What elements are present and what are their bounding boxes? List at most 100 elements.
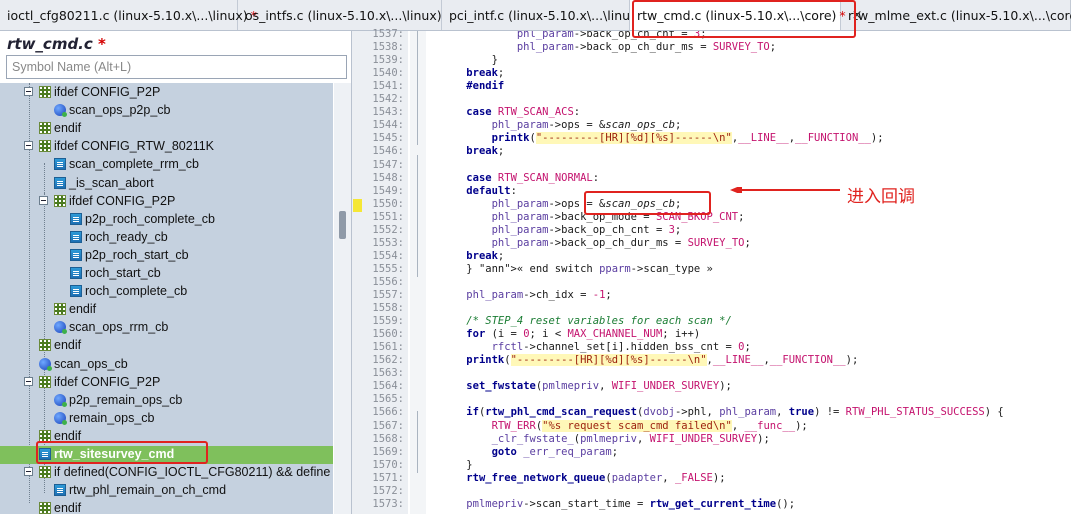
code-line: phl_param->back_op_ch_cnt = 3; [491,223,682,236]
code-line: case RTW_SCAN_NORMAL: [466,171,600,184]
tree-item[interactable]: endif [0,500,333,514]
line-number: 1566: [372,406,404,419]
tree-item[interactable]: ifdef CONFIG_P2P [0,374,333,392]
editor-tab[interactable]: rtw_mlme_ext.c (linux-5.10.x\...\core) [841,0,1071,30]
symbol-panel-file-title: rtw_cmd.c * [7,35,106,53]
tree-item-label: ifdef CONFIG_P2P [54,374,161,389]
code-line: RTW_ERR("%s request scam_cmd failed\n", … [491,419,808,432]
collapse-toggle-icon[interactable] [24,467,33,477]
tab-label: os_intfs.c (linux-5.10.x\...\linux) [245,7,442,23]
line-number: 1563: [372,367,404,380]
editor-tab[interactable]: ioctl_cfg80211.c (linux-5.10.x\...\linux… [0,0,257,30]
tree-item-label: rtw_sitesurvey_cmd [54,447,175,461]
tree-item-label: roch_ready_cb [85,229,168,244]
collapse-toggle-icon[interactable] [39,195,48,205]
tree-item[interactable]: scan_ops_cb [0,356,333,374]
symbol-tree-scrollbar[interactable] [334,83,351,514]
code-line: _clr_fwstate_(pmlmepriv, WIFI_UNDER_SURV… [491,432,770,445]
function-icon [54,176,66,189]
hash-icon [39,375,51,388]
line-number: 1547: [372,158,404,171]
code-line: phl_param->ch_idx = -1; [466,289,612,301]
line-number: 1567: [372,419,404,432]
tab-label: rtw_cmd.c (linux-5.10.x\...\core) [637,7,837,23]
tree-item[interactable]: p2p_roch_start_cb [0,247,333,265]
function-icon [70,267,82,279]
collapse-toggle-icon[interactable] [24,376,33,386]
symbol-tree: ifdef CONFIG_P2P scan_ops_p2p_cb endif ifde… [0,83,333,514]
code-editor[interactable]: phl_param->back_op_ch_cnt = 3; phl_param… [428,31,1071,514]
tree-item-label: scan_ops_rrm_cb [69,320,169,335]
line-number: 1540: [372,67,404,80]
code-line: printk("---------[HR][%d][%s]------\n",_… [491,132,884,145]
tree-item-label: if defined(CONFIG_IOCTL_CFG80211) && def… [54,465,331,480]
tree-item[interactable]: rtw_sitesurvey_cmd [0,446,333,464]
line-number: 1553: [372,236,404,249]
line-number: 1556: [372,275,404,288]
collapse-toggle-icon[interactable] [24,141,33,151]
tree-item[interactable]: ifdef CONFIG_RTW_80211K [0,138,333,156]
tree-item-label: endif [54,121,82,136]
tree-item-label: ifdef CONFIG_RTW_80211K [54,139,215,154]
line-number: 1543: [372,106,404,119]
tree-item[interactable]: endif [0,428,333,446]
tab-label: ioctl_cfg80211.c (linux-5.10.x\...\linux… [7,7,248,23]
tree-item[interactable]: roch_ready_cb [0,229,333,247]
tree-item[interactable]: endif [0,337,333,355]
tree-item[interactable]: rtw_phl_remain_on_ch_cmd [0,482,333,500]
tree-item[interactable]: ifdef CONFIG_P2P [0,193,333,211]
tree-item[interactable]: endif [0,301,333,319]
tree-item[interactable]: scan_complete_rrm_cb [0,156,333,174]
code-line: rfctl->channel_set[i].hidden_bss_cnt = 0… [491,341,751,354]
tree-item[interactable]: if defined(CONFIG_IOCTL_CFG80211) && def… [0,464,333,482]
code-line: set_fwstate(pmlmepriv, WIFI_UNDER_SURVEY… [466,380,732,393]
tree-item-label: ifdef CONFIG_P2P [69,193,176,208]
function-icon [70,230,82,243]
editor-tab[interactable]: pci_intf.c (linux-5.10.x\...\linux) [442,0,642,30]
scrollbar-thumb[interactable] [339,211,346,239]
line-number: 1542: [372,93,404,106]
tree-item-label: p2p_roch_start_cb [85,247,189,262]
tree-item[interactable]: ifdef CONFIG_P2P [0,84,333,102]
line-number: 1572: [372,484,404,497]
tree-item[interactable]: roch_complete_cb [0,283,333,301]
line-number: 1545: [372,132,404,145]
tree-item[interactable]: endif [0,120,333,138]
code-line: } [441,458,473,471]
tree-item[interactable]: remain_ops_cb [0,410,333,428]
line-number: 1552: [372,223,404,236]
tree-item[interactable]: scan_ops_p2p_cb [0,102,333,120]
function-icon [70,285,82,298]
code-line: } "ann">« end switch pparm->scan_type » [441,262,713,275]
tab-label: pci_intf.c (linux-5.10.x\...\linux) [449,7,643,23]
line-number: 1564: [372,380,404,393]
tree-item-label: roch_complete_cb [85,284,188,299]
line-number: 1551: [372,210,404,223]
code-line: default: [466,184,517,197]
tree-item[interactable]: p2p_roch_complete_cb [0,211,333,229]
code-line: pmlmepriv->scan_start_time = rtw_get_cur… [466,497,796,510]
function-icon [70,212,82,225]
line-number: 1570: [372,458,404,471]
code-line: if(rtw_phl_cmd_scan_request(dvobj->phl, … [466,406,1004,419]
code-line: printk("---------[HR][%d][%s]------\n",_… [466,354,859,367]
tree-item[interactable]: p2p_remain_ops_cb [0,392,333,410]
tree-item[interactable]: scan_ops_rrm_cb [0,319,333,337]
editor-tab[interactable]: os_intfs.c (linux-5.10.x\...\linux) [238,0,442,30]
line-number: 1550: [372,197,404,210]
line-number: 1571: [372,471,404,484]
line-number: 1548: [372,171,404,184]
tree-item-label: endif [54,501,82,514]
symbol-search-input[interactable] [6,55,347,79]
hash-icon [54,194,66,207]
editor-tab[interactable]: rtw_cmd.c (linux-5.10.x\...\core) * × [630,0,863,30]
code-line: goto _err_req_param; [491,445,619,458]
line-number: 1560: [372,328,404,341]
tree-item[interactable]: _is_scan_abort [0,175,333,193]
line-number: 1541: [372,80,404,93]
tree-item-label: p2p_remain_ops_cb [69,392,183,407]
tree-item[interactable]: roch_start_cb [0,265,333,283]
collapse-toggle-icon[interactable] [24,87,33,96]
tree-item-label: endif [54,428,82,443]
tree-item-label: scan_complete_rrm_cb [69,157,199,172]
